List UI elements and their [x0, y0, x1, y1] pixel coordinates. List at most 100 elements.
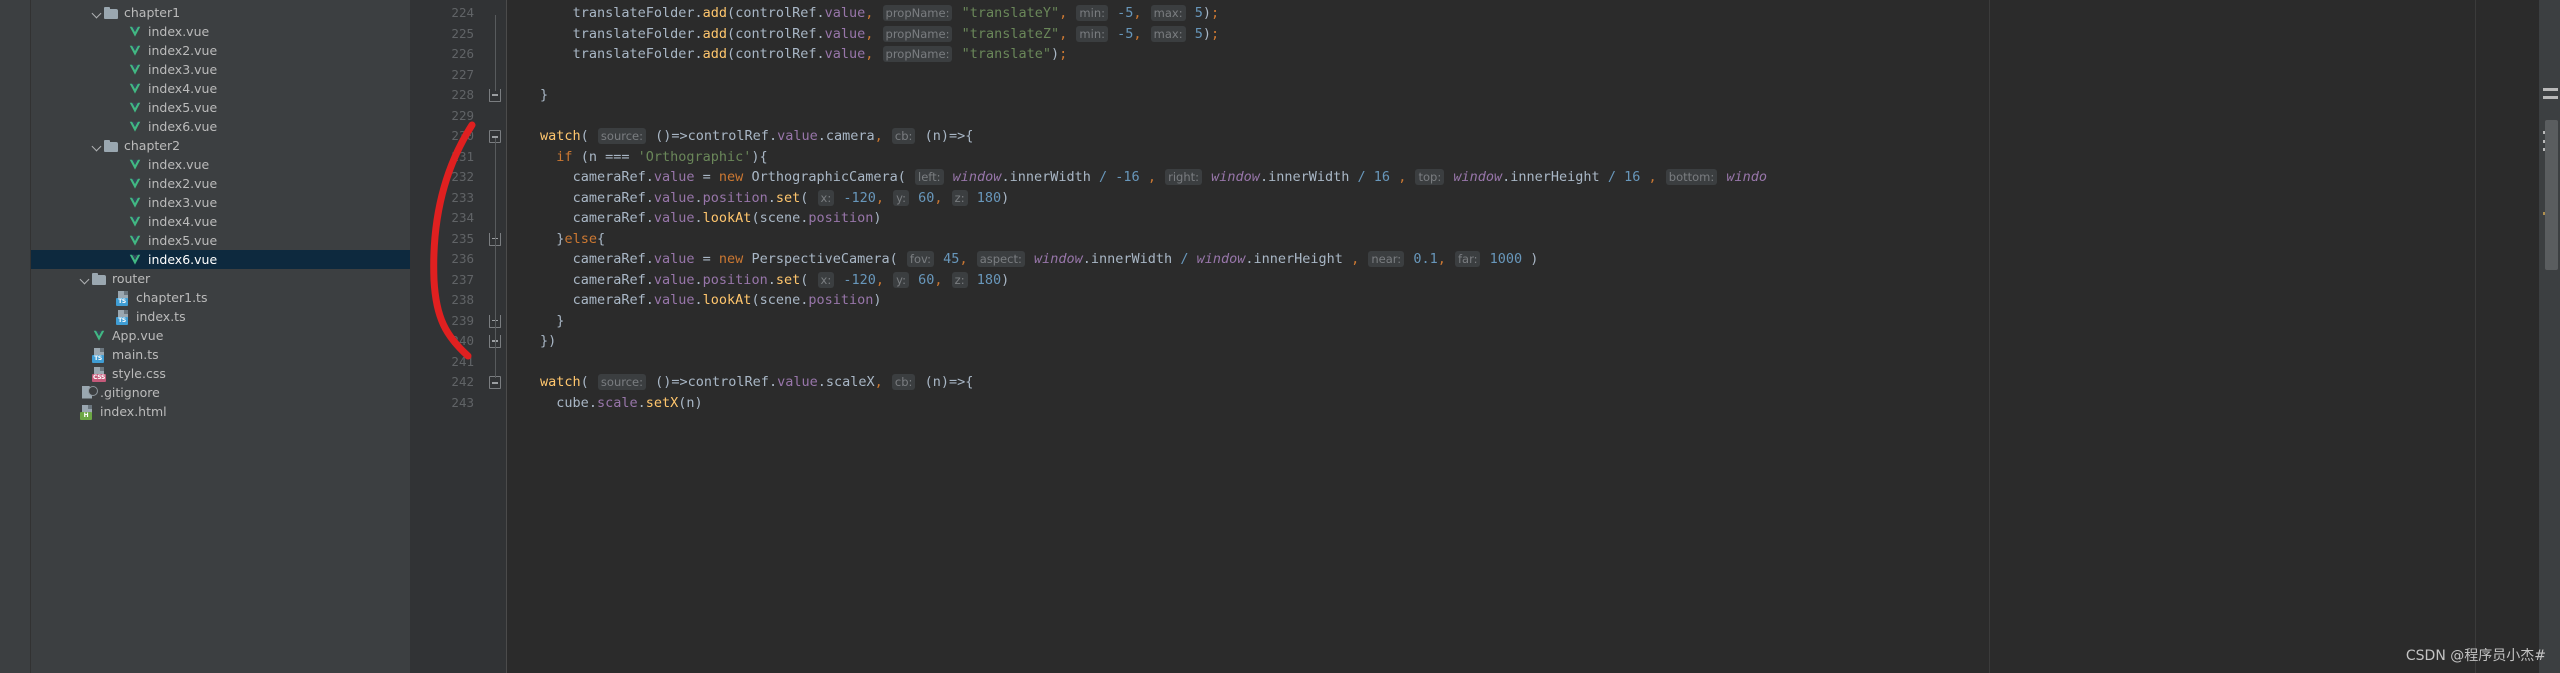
tree-item-index4-vue[interactable]: index4.vue: [31, 212, 410, 231]
tree-item-main-ts[interactable]: TS main.ts: [31, 345, 410, 364]
code-line[interactable]: translateFolder.add(controlRef.value, pr…: [507, 3, 2538, 24]
code-line[interactable]: watch( source: ()=>controlRef.value.scal…: [507, 372, 2538, 393]
tree-item-label: App.vue: [112, 328, 164, 343]
tree-item-index6-vue[interactable]: index6.vue: [31, 117, 410, 136]
tree-item-chapter1-ts[interactable]: TS chapter1.ts: [31, 288, 410, 307]
tree-item-index3-vue[interactable]: index3.vue: [31, 193, 410, 212]
inlay-hint: top:: [1415, 169, 1445, 185]
code-token: .: [694, 271, 703, 288]
tree-item-index6-vue[interactable]: index6.vue: [31, 250, 410, 269]
code-token: "translateZ": [961, 25, 1060, 42]
code-line[interactable]: watch( source: ()=>controlRef.value.came…: [507, 126, 2538, 147]
ts-file-icon: TS: [115, 309, 131, 325]
tree-item-index3-vue[interactable]: index3.vue: [31, 60, 410, 79]
editor-marker-rail[interactable]: [2538, 0, 2560, 673]
code-token: if: [556, 148, 573, 165]
code-token: value: [653, 189, 695, 206]
code-token: position: [808, 292, 874, 308]
code-token: 5: [1194, 5, 1203, 21]
line-number: 233: [451, 189, 474, 205]
code-token: value: [824, 46, 866, 62]
editor-scrollbar-thumb[interactable]: [2545, 120, 2558, 270]
code-line[interactable]: }: [507, 85, 2538, 106]
tree-item-index-html[interactable]: Hindex.html: [31, 402, 410, 421]
code-line[interactable]: [507, 65, 2538, 86]
code-line[interactable]: cameraRef.value = new OrthographicCamera…: [507, 167, 2538, 188]
code-line[interactable]: [507, 106, 2538, 127]
vue-file-icon: [127, 62, 143, 78]
code-line[interactable]: cameraRef.value.lookAt(scene.position): [507, 290, 2538, 311]
editor-marker[interactable]: [2543, 88, 2558, 91]
code-line[interactable]: cube.scale.setX(n): [507, 393, 2538, 414]
code-line[interactable]: [507, 352, 2538, 373]
line-number: 237: [451, 271, 474, 287]
tree-item-index2-vue[interactable]: index2.vue: [31, 41, 410, 60]
code-line[interactable]: }): [507, 331, 2538, 352]
code-token: ;: [1211, 25, 1220, 42]
code-token: controlRef: [687, 128, 769, 144]
tree-item-index2-vue[interactable]: index2.vue: [31, 174, 410, 193]
editor-marker[interactable]: [2543, 96, 2558, 99]
project-tree-panel[interactable]: chapter1 index.vue index2.vue index3.vue ind…: [31, 0, 410, 673]
chevron-down-icon[interactable]: [91, 7, 103, 19]
code-folding-gutter[interactable]: [485, 0, 507, 673]
code-editor[interactable]: 224 225 226 227 228 229 230 231 232 233 234 235 236 2…: [410, 0, 2538, 673]
watermark-text: CSDN @程序员小杰#: [2405, 648, 2546, 664]
code-line[interactable]: if (n === 'Orthographic'){: [507, 147, 2538, 168]
tree-item-chapter2[interactable]: chapter2: [31, 136, 410, 155]
code-token: ,: [874, 128, 883, 144]
code-line[interactable]: cameraRef.value.position.set( x: -120, y…: [507, 270, 2538, 291]
vue-file-icon: [91, 328, 107, 344]
code-token: .: [816, 5, 825, 21]
code-line[interactable]: cameraRef.value.position.set( x: -120, y…: [507, 188, 2538, 209]
code-token: 180: [976, 189, 1002, 206]
tree-item-chapter1[interactable]: chapter1: [31, 3, 410, 22]
code-line[interactable]: translateFolder.add(controlRef.value, pr…: [507, 44, 2538, 65]
code-token: .: [694, 292, 703, 308]
tree-item-label: style.css: [112, 366, 166, 381]
code-token: PerspectiveCamera(: [743, 251, 898, 267]
code-token: watch: [540, 374, 581, 390]
code-token: (n): [678, 394, 703, 411]
code-line[interactable]: }: [507, 311, 2538, 332]
tree-item-index4-vue[interactable]: index4.vue: [31, 79, 410, 98]
tree-item-index-ts[interactable]: TS index.ts: [31, 307, 410, 326]
code-token: translateFolder: [572, 46, 695, 62]
code-line[interactable]: cameraRef.value.lookAt(scene.position): [507, 208, 2538, 229]
tree-item-index-vue[interactable]: index.vue: [31, 22, 410, 41]
tree-item--gitignore[interactable]: .gitignore: [31, 383, 410, 402]
tree-item-style-css[interactable]: CSS style.css: [31, 364, 410, 383]
code-token: -16: [1115, 169, 1140, 185]
tree-item-index5-vue[interactable]: index5.vue: [31, 231, 410, 250]
code-token: value: [653, 292, 695, 308]
code-content[interactable]: translateFolder.add(controlRef.value, pr…: [507, 0, 2538, 673]
code-token: .: [768, 374, 778, 390]
chevron-down-icon[interactable]: [79, 273, 91, 285]
tree-item-router[interactable]: router: [31, 269, 410, 288]
code-token: .: [817, 374, 826, 390]
code-token: =: [694, 169, 719, 185]
tree-item-label: chapter1.ts: [136, 290, 208, 305]
code-token: OrthographicCamera(: [743, 169, 906, 185]
code-line[interactable]: translateFolder.add(controlRef.value, pr…: [507, 24, 2538, 45]
code-line[interactable]: cameraRef.value = new PerspectiveCamera(…: [507, 249, 2538, 270]
tree-item-label: index.ts: [136, 309, 186, 324]
tool-window-strip[interactable]: [0, 0, 31, 673]
tree-item-index5-vue[interactable]: index5.vue: [31, 98, 410, 117]
tree-item-app-vue[interactable]: App.vue: [31, 326, 410, 345]
code-line[interactable]: }else{: [507, 229, 2538, 250]
tree-item-index-vue[interactable]: index.vue: [31, 155, 410, 174]
code-token: windo: [1726, 169, 1768, 185]
chevron-down-icon[interactable]: [91, 140, 103, 152]
